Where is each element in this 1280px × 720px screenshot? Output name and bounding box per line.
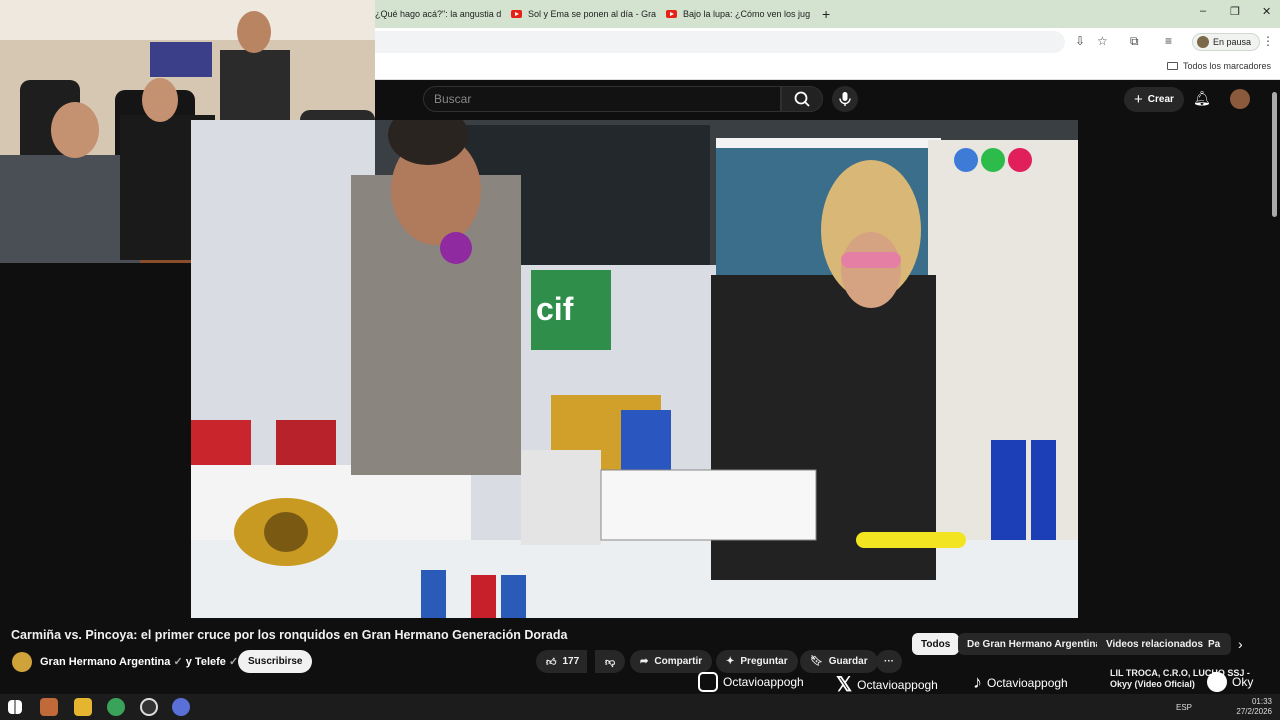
chip-channel[interactable]: De Gran Hermano Argentina: [958, 633, 1111, 655]
more-icon: ···: [884, 656, 894, 667]
video-title: Carmiña vs. Pincoya: el primer cruce por…: [11, 628, 568, 642]
handle-text: Octavioappogh: [987, 675, 1068, 690]
like-count: 177: [562, 656, 580, 667]
collab-channel: y Telefe: [185, 656, 226, 668]
file-explorer-icon[interactable]: [74, 698, 92, 716]
tab-label: ¿Qué hago acá?": la angustia d: [375, 9, 502, 19]
dislike-button[interactable]: 👎︎: [595, 650, 626, 673]
restore-icon[interactable]: ❐: [1230, 5, 1240, 18]
media-control-icon[interactable]: ≡: [1165, 34, 1172, 48]
notifications-bell-icon[interactable]: 🔔︎: [1193, 90, 1211, 107]
ask-label: Preguntar: [740, 656, 788, 667]
obs-icon[interactable]: [140, 698, 158, 716]
ask-button[interactable]: ✦ Preguntar: [716, 650, 798, 673]
thumbs-up-icon: 👍︎: [546, 656, 557, 668]
windows-start-icon[interactable]: [8, 700, 22, 714]
media-player-icon[interactable]: [40, 698, 58, 716]
chip-related[interactable]: Videos relacionados: [1097, 633, 1213, 655]
tiktok-icon: ♪: [973, 672, 982, 692]
chrome-icon[interactable]: [107, 698, 125, 716]
folder-icon: [1166, 62, 1178, 70]
create-button[interactable]: + Crear: [1124, 87, 1184, 112]
channel-name: Gran Hermano Argentina: [40, 656, 171, 668]
address-bar[interactable]: [375, 31, 1065, 53]
share-label: Compartir: [654, 656, 703, 667]
browser-tab[interactable]: Sol y Ema se ponen al día - Gra ✕: [503, 0, 658, 28]
tab-label: Bajo la lupa: ¿Cómo ven los jug: [683, 9, 811, 19]
scrollbar-thumb[interactable]: [1272, 92, 1277, 217]
chrome-profile-icon[interactable]: [172, 698, 190, 716]
verified-icon: ✓: [228, 656, 239, 668]
search-button[interactable]: [781, 86, 823, 112]
svg-text:cif: cif: [536, 291, 574, 327]
chevron-right-icon[interactable]: ›: [1238, 636, 1243, 652]
microphone-icon: [839, 92, 851, 106]
system-tray[interactable]: ESP 01:33 27/2/2026: [1176, 697, 1272, 717]
video-frame: cif: [191, 120, 1078, 618]
handle-text: Oky: [1232, 675, 1254, 689]
subscribe-label: Suscribirse: [248, 656, 303, 667]
new-tab-button[interactable]: +: [822, 6, 830, 22]
spotify-icon: [1207, 672, 1227, 692]
profile-status: En pausa: [1213, 37, 1252, 47]
spotify-handle: Oky: [1207, 672, 1253, 692]
clock-date: 27/2/2026: [1236, 707, 1272, 716]
chip-label: Videos relacionados: [1106, 638, 1204, 650]
bookmark-star-icon[interactable]: ☆: [1097, 34, 1108, 48]
youtube-header: Buscar + Crear 🔔︎: [375, 80, 1280, 120]
share-icon: ➦: [640, 656, 649, 667]
youtube-icon: [511, 10, 522, 18]
all-bookmarks-label: Todos los marcadores: [1182, 61, 1271, 71]
verified-icon: ✓: [173, 656, 183, 668]
channel-info[interactable]: Gran Hermano Argentina ✓ y Telefe ✓: [40, 655, 238, 668]
chip-partial[interactable]: Pa: [1203, 633, 1231, 655]
page-scrollbar[interactable]: [1268, 92, 1280, 618]
chip-label: De Gran Hermano Argentina: [967, 638, 1102, 650]
instagram-handle: Octavioappogh: [698, 672, 804, 692]
tiktok-handle: ♪ Octavioappogh: [973, 672, 1068, 693]
share-button[interactable]: ➦ Compartir: [630, 650, 713, 673]
video-player[interactable]: cif: [191, 120, 1078, 618]
browser-tab-bar: ¿Qué hago acá?": la angustia d ✕ Sol y E…: [375, 0, 1280, 28]
thumbs-down-icon: 👎︎: [605, 656, 616, 668]
bookmark-icon: 🔖︎: [810, 656, 823, 667]
channel-avatar[interactable]: [12, 652, 32, 672]
save-label: Guardar: [828, 656, 868, 667]
more-actions-button[interactable]: ···: [876, 650, 902, 673]
tab-label: Sol y Ema se ponen al día - Gra: [528, 9, 657, 19]
profile-avatar: [1197, 36, 1209, 48]
plus-icon: +: [1134, 91, 1143, 108]
voice-search-button[interactable]: [832, 86, 858, 112]
chip-label: Todos: [921, 638, 951, 650]
chip-all[interactable]: Todos: [912, 633, 960, 655]
subscribe-button[interactable]: Suscribirse: [238, 650, 313, 673]
account-avatar[interactable]: [1230, 89, 1250, 109]
chip-label: Pa: [1208, 638, 1221, 650]
handle-text: Octavioappogh: [857, 677, 938, 692]
browser-tab[interactable]: ¿Qué hago acá?": la angustia d ✕: [375, 0, 503, 28]
browser-tab[interactable]: Bajo la lupa: ¿Cómo ven los jug ✕: [658, 0, 816, 28]
language-indicator: ESP: [1175, 703, 1192, 712]
like-button[interactable]: 👍︎ 177: [536, 650, 588, 673]
bookmarks-bar: Todos los marcadores: [375, 56, 1280, 80]
windows-taskbar: ESP 01:33 27/2/2026: [0, 694, 1280, 720]
install-app-icon[interactable]: ⇩: [1075, 34, 1085, 48]
close-window-icon[interactable]: ✕: [1262, 5, 1271, 18]
sparkle-icon: ✦: [726, 656, 735, 667]
search-input[interactable]: Buscar: [423, 86, 781, 112]
all-bookmarks-button[interactable]: Todos los marcadores: [1166, 61, 1271, 71]
browser-toolbar: ⇩ ☆ ⧉ ≡ En pausa ⋮: [375, 28, 1280, 56]
create-label: Crear: [1147, 94, 1174, 105]
search-icon: [794, 91, 810, 107]
save-button[interactable]: 🔖︎ Guardar: [800, 650, 878, 673]
youtube-icon: [666, 10, 677, 18]
handle-text: Octavioappogh: [723, 675, 804, 689]
extensions-icon[interactable]: ⧉: [1130, 34, 1139, 49]
clock-time: 01:33: [1251, 697, 1272, 706]
profile-button[interactable]: En pausa: [1192, 33, 1261, 51]
menu-icon[interactable]: ⋮: [1262, 34, 1274, 48]
minimize-icon[interactable]: –: [1200, 5, 1206, 17]
instagram-icon: [698, 672, 718, 692]
